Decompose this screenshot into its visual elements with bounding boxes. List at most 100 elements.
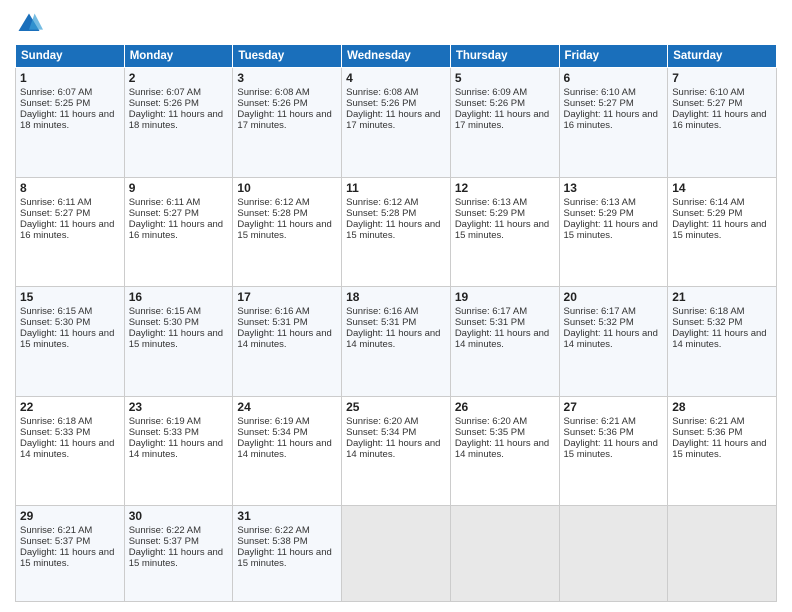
day-number: 29 (20, 509, 120, 523)
daylight-label: Daylight: 11 hours and 15 minutes. (672, 219, 766, 241)
sunset-label: Sunset: 5:36 PM (564, 427, 634, 438)
sunrise-label: Sunrise: 6:14 AM (672, 197, 744, 208)
day-number: 14 (672, 181, 772, 195)
sunrise-label: Sunrise: 6:10 AM (564, 87, 636, 98)
daylight-label: Daylight: 11 hours and 14 minutes. (564, 328, 658, 350)
col-header-sunday: Sunday (16, 45, 125, 68)
calendar-cell: 29 Sunrise: 6:21 AM Sunset: 5:37 PM Dayl… (16, 506, 125, 602)
day-number: 13 (564, 181, 664, 195)
day-number: 30 (129, 509, 229, 523)
sunset-label: Sunset: 5:37 PM (20, 536, 90, 547)
sunset-label: Sunset: 5:30 PM (129, 317, 199, 328)
day-number: 7 (672, 71, 772, 85)
day-number: 16 (129, 290, 229, 304)
calendar-cell: 4 Sunrise: 6:08 AM Sunset: 5:26 PM Dayli… (342, 68, 451, 178)
calendar-cell: 15 Sunrise: 6:15 AM Sunset: 5:30 PM Dayl… (16, 287, 125, 397)
sunrise-label: Sunrise: 6:21 AM (672, 416, 744, 427)
sunrise-label: Sunrise: 6:17 AM (564, 306, 636, 317)
day-number: 28 (672, 400, 772, 414)
calendar-cell: 31 Sunrise: 6:22 AM Sunset: 5:38 PM Dayl… (233, 506, 342, 602)
calendar-cell: 18 Sunrise: 6:16 AM Sunset: 5:31 PM Dayl… (342, 287, 451, 397)
sunrise-label: Sunrise: 6:18 AM (672, 306, 744, 317)
day-number: 1 (20, 71, 120, 85)
calendar-cell: 10 Sunrise: 6:12 AM Sunset: 5:28 PM Dayl… (233, 177, 342, 287)
daylight-label: Daylight: 11 hours and 17 minutes. (237, 109, 331, 131)
calendar-cell: 16 Sunrise: 6:15 AM Sunset: 5:30 PM Dayl… (124, 287, 233, 397)
sunset-label: Sunset: 5:36 PM (672, 427, 742, 438)
calendar-cell: 20 Sunrise: 6:17 AM Sunset: 5:32 PM Dayl… (559, 287, 668, 397)
sunrise-label: Sunrise: 6:10 AM (672, 87, 744, 98)
calendar-cell: 14 Sunrise: 6:14 AM Sunset: 5:29 PM Dayl… (668, 177, 777, 287)
sunrise-label: Sunrise: 6:20 AM (346, 416, 418, 427)
sunrise-label: Sunrise: 6:20 AM (455, 416, 527, 427)
calendar-cell (450, 506, 559, 602)
col-header-monday: Monday (124, 45, 233, 68)
sunset-label: Sunset: 5:35 PM (455, 427, 525, 438)
sunset-label: Sunset: 5:26 PM (346, 98, 416, 109)
daylight-label: Daylight: 11 hours and 17 minutes. (455, 109, 549, 131)
sunrise-label: Sunrise: 6:07 AM (20, 87, 92, 98)
day-number: 25 (346, 400, 446, 414)
daylight-label: Daylight: 11 hours and 14 minutes. (672, 328, 766, 350)
daylight-label: Daylight: 11 hours and 14 minutes. (20, 438, 114, 460)
daylight-label: Daylight: 11 hours and 14 minutes. (346, 328, 440, 350)
day-number: 19 (455, 290, 555, 304)
sunset-label: Sunset: 5:26 PM (237, 98, 307, 109)
daylight-label: Daylight: 11 hours and 14 minutes. (346, 438, 440, 460)
sunrise-label: Sunrise: 6:15 AM (20, 306, 92, 317)
day-number: 20 (564, 290, 664, 304)
calendar-table: SundayMondayTuesdayWednesdayThursdayFrid… (15, 44, 777, 602)
calendar-cell: 27 Sunrise: 6:21 AM Sunset: 5:36 PM Dayl… (559, 396, 668, 506)
sunrise-label: Sunrise: 6:13 AM (455, 197, 527, 208)
sunset-label: Sunset: 5:32 PM (672, 317, 742, 328)
page: SundayMondayTuesdayWednesdayThursdayFrid… (0, 0, 792, 612)
sunset-label: Sunset: 5:27 PM (564, 98, 634, 109)
sunrise-label: Sunrise: 6:22 AM (129, 525, 201, 536)
sunrise-label: Sunrise: 6:11 AM (20, 197, 92, 208)
col-header-saturday: Saturday (668, 45, 777, 68)
calendar-cell (342, 506, 451, 602)
calendar-cell: 13 Sunrise: 6:13 AM Sunset: 5:29 PM Dayl… (559, 177, 668, 287)
calendar-cell: 26 Sunrise: 6:20 AM Sunset: 5:35 PM Dayl… (450, 396, 559, 506)
sunrise-label: Sunrise: 6:08 AM (346, 87, 418, 98)
sunset-label: Sunset: 5:26 PM (129, 98, 199, 109)
day-number: 4 (346, 71, 446, 85)
sunrise-label: Sunrise: 6:16 AM (237, 306, 309, 317)
daylight-label: Daylight: 11 hours and 16 minutes. (20, 219, 114, 241)
calendar-cell: 6 Sunrise: 6:10 AM Sunset: 5:27 PM Dayli… (559, 68, 668, 178)
sunset-label: Sunset: 5:34 PM (346, 427, 416, 438)
sunset-label: Sunset: 5:29 PM (564, 208, 634, 219)
calendar-cell: 11 Sunrise: 6:12 AM Sunset: 5:28 PM Dayl… (342, 177, 451, 287)
day-number: 17 (237, 290, 337, 304)
daylight-label: Daylight: 11 hours and 14 minutes. (237, 438, 331, 460)
calendar-cell: 23 Sunrise: 6:19 AM Sunset: 5:33 PM Dayl… (124, 396, 233, 506)
sunrise-label: Sunrise: 6:18 AM (20, 416, 92, 427)
sunrise-label: Sunrise: 6:19 AM (237, 416, 309, 427)
calendar-cell: 17 Sunrise: 6:16 AM Sunset: 5:31 PM Dayl… (233, 287, 342, 397)
calendar-cell: 2 Sunrise: 6:07 AM Sunset: 5:26 PM Dayli… (124, 68, 233, 178)
daylight-label: Daylight: 11 hours and 14 minutes. (237, 328, 331, 350)
day-number: 10 (237, 181, 337, 195)
sunrise-label: Sunrise: 6:07 AM (129, 87, 201, 98)
day-number: 2 (129, 71, 229, 85)
daylight-label: Daylight: 11 hours and 15 minutes. (564, 438, 658, 460)
daylight-label: Daylight: 11 hours and 16 minutes. (564, 109, 658, 131)
calendar-cell: 8 Sunrise: 6:11 AM Sunset: 5:27 PM Dayli… (16, 177, 125, 287)
day-number: 6 (564, 71, 664, 85)
sunset-label: Sunset: 5:32 PM (564, 317, 634, 328)
sunset-label: Sunset: 5:25 PM (20, 98, 90, 109)
day-number: 12 (455, 181, 555, 195)
sunrise-label: Sunrise: 6:22 AM (237, 525, 309, 536)
sunset-label: Sunset: 5:31 PM (237, 317, 307, 328)
sunset-label: Sunset: 5:38 PM (237, 536, 307, 547)
calendar-cell: 19 Sunrise: 6:17 AM Sunset: 5:31 PM Dayl… (450, 287, 559, 397)
sunrise-label: Sunrise: 6:12 AM (237, 197, 309, 208)
header (15, 10, 777, 38)
sunrise-label: Sunrise: 6:19 AM (129, 416, 201, 427)
daylight-label: Daylight: 11 hours and 17 minutes. (346, 109, 440, 131)
sunset-label: Sunset: 5:29 PM (455, 208, 525, 219)
daylight-label: Daylight: 11 hours and 15 minutes. (672, 438, 766, 460)
day-number: 23 (129, 400, 229, 414)
sunset-label: Sunset: 5:29 PM (672, 208, 742, 219)
calendar-cell: 1 Sunrise: 6:07 AM Sunset: 5:25 PM Dayli… (16, 68, 125, 178)
